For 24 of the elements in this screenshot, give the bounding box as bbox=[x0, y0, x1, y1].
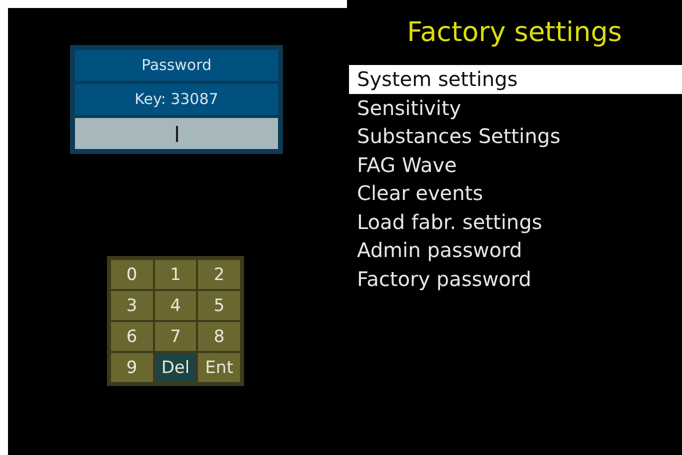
keypad-key[interactable]: Del bbox=[154, 353, 196, 382]
keypad-key[interactable]: 9 bbox=[111, 353, 153, 382]
keypad-key[interactable]: 5 bbox=[198, 291, 240, 320]
menu-item[interactable]: Admin password bbox=[349, 236, 682, 264]
keypad-key[interactable]: 3 bbox=[111, 291, 153, 320]
keypad-key[interactable]: 4 bbox=[154, 291, 196, 320]
keypad-key[interactable]: 6 bbox=[111, 322, 153, 351]
menu-title: Factory settings bbox=[406, 16, 623, 50]
keypad-key[interactable]: 7 bbox=[154, 322, 196, 351]
key-label: Key: 33087 bbox=[75, 84, 278, 115]
keypad-key[interactable]: 0 bbox=[111, 260, 153, 289]
keypad-key[interactable]: 1 bbox=[154, 260, 196, 289]
menu-item[interactable]: Factory password bbox=[349, 264, 682, 293]
menu-item[interactable]: System settings bbox=[349, 65, 682, 94]
menu-item[interactable]: FAG Wave bbox=[349, 150, 682, 179]
menu-item[interactable]: Sensitivity bbox=[349, 94, 682, 122]
keypad-key[interactable]: 2 bbox=[198, 260, 240, 289]
menu-item[interactable]: Substances Settings bbox=[349, 122, 682, 150]
password-title: Password bbox=[75, 50, 278, 81]
password-field[interactable] bbox=[75, 118, 278, 149]
menu-item[interactable]: Clear events bbox=[349, 179, 682, 208]
menu-item[interactable]: Load fabr. settings bbox=[349, 208, 682, 236]
keypad-key[interactable]: Ent bbox=[198, 353, 240, 382]
keypad-key[interactable]: 8 bbox=[198, 322, 240, 351]
